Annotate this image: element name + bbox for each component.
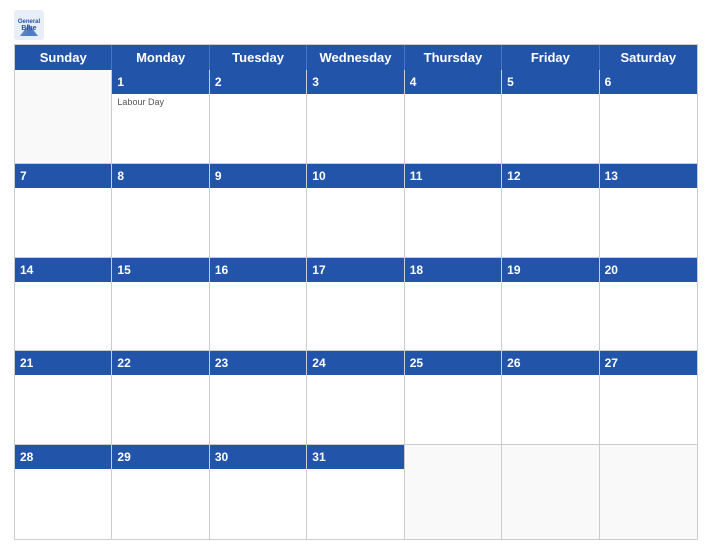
calendar-cell: 14 [15,258,112,352]
header-cell-monday: Monday [112,45,209,70]
calendar-header: SundayMondayTuesdayWednesdayThursdayFrid… [15,45,697,70]
day-number: 22 [117,356,130,370]
calendar-cell [502,445,599,539]
calendar-cell: 27 [600,351,697,445]
day-number: 14 [20,263,33,277]
calendar-cell: 9 [210,164,307,258]
calendar-cell: 17 [307,258,404,352]
calendar-cell: 29 [112,445,209,539]
day-number: 12 [507,169,520,183]
header-cell-friday: Friday [502,45,599,70]
day-number: 29 [117,450,130,464]
calendar-cell: 13 [600,164,697,258]
calendar-row: 7 8 9 10 11 12 13 [15,164,697,258]
day-number: 27 [605,356,618,370]
calendar-cell [600,445,697,539]
day-number: 21 [20,356,33,370]
calendar-cell: 7 [15,164,112,258]
calendar-cell: 3 [307,70,404,164]
day-number: 6 [605,75,612,89]
day-number: 9 [215,169,222,183]
calendar-row: 28 29 30 31 [15,445,697,539]
calendar-cell: 1 Labour Day [112,70,209,164]
calendar-body: 1Labour Day23456789101112131415161718192… [15,70,697,539]
calendar-row: 14 15 16 17 18 19 20 [15,258,697,352]
day-number: 15 [117,263,130,277]
calendar-cell: 12 [502,164,599,258]
day-number: 25 [410,356,423,370]
calendar-cell [405,445,502,539]
calendar-cell: 4 [405,70,502,164]
header-cell-thursday: Thursday [405,45,502,70]
day-number: 23 [215,356,228,370]
day-number: 4 [410,75,417,89]
day-number: 8 [117,169,124,183]
calendar-page: General Blue SundayMondayTuesdayWednesda… [0,0,712,550]
day-number: 3 [312,75,319,89]
calendar-cell: 5 [502,70,599,164]
logo-icon: General Blue [14,10,44,40]
day-number: 19 [507,263,520,277]
top-bar: General Blue [14,10,698,40]
calendar-cell: 11 [405,164,502,258]
calendar-cell: 22 [112,351,209,445]
day-number: 17 [312,263,325,277]
calendar-cell: 21 [15,351,112,445]
calendar-cell: 28 [15,445,112,539]
calendar-cell: 24 [307,351,404,445]
calendar-cell: 19 [502,258,599,352]
calendar-cell: 16 [210,258,307,352]
day-number: 10 [312,169,325,183]
event-label: Labour Day [117,97,203,107]
day-number: 24 [312,356,325,370]
calendar-cell: 23 [210,351,307,445]
calendar-grid: SundayMondayTuesdayWednesdayThursdayFrid… [14,44,698,540]
calendar-row: 21 22 23 24 25 26 27 [15,351,697,445]
calendar-cell [15,70,112,164]
calendar-cell: 10 [307,164,404,258]
header-cell-saturday: Saturday [600,45,697,70]
day-number: 5 [507,75,514,89]
day-number: 2 [215,75,222,89]
calendar-cell: 31 [307,445,404,539]
calendar-cell: 18 [405,258,502,352]
calendar-cell: 6 [600,70,697,164]
day-number: 13 [605,169,618,183]
header-cell-tuesday: Tuesday [210,45,307,70]
calendar-cell: 8 [112,164,209,258]
calendar-cell: 26 [502,351,599,445]
calendar-cell: 30 [210,445,307,539]
day-number: 18 [410,263,423,277]
day-number: 31 [312,450,325,464]
day-number: 26 [507,356,520,370]
header-cell-wednesday: Wednesday [307,45,404,70]
calendar-cell: 2 [210,70,307,164]
day-number: 30 [215,450,228,464]
day-number: 1 [117,75,124,89]
header-cell-sunday: Sunday [15,45,112,70]
day-number: 20 [605,263,618,277]
day-number: 16 [215,263,228,277]
logo-area: General Blue [14,10,44,40]
calendar-cell: 15 [112,258,209,352]
calendar-row: 1 Labour Day 2 3 4 5 6 [15,70,697,164]
day-number: 7 [20,169,27,183]
calendar-cell: 25 [405,351,502,445]
day-number: 28 [20,450,33,464]
day-number: 11 [410,169,423,183]
calendar-cell: 20 [600,258,697,352]
